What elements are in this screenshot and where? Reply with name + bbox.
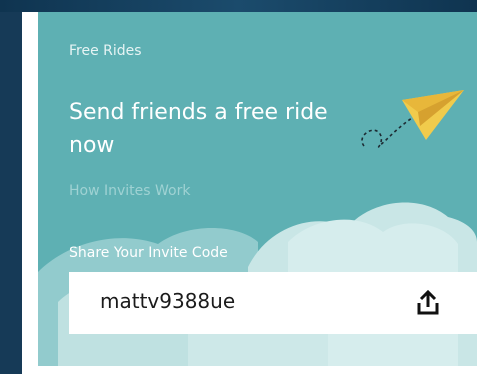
invite-code-box: mattv9388ue [69, 272, 477, 334]
how-invites-work-link[interactable]: How Invites Work [69, 183, 190, 199]
share-code-label: Share Your Invite Code [69, 245, 228, 261]
top-bezel [0, 0, 477, 12]
section-eyebrow: Free Rides [69, 43, 142, 59]
bottom-edge [38, 366, 477, 374]
invite-code-value[interactable]: mattv9388ue [100, 289, 235, 313]
promo-headline: Send friends a free ride now [69, 100, 328, 158]
phone-edge [22, 12, 38, 374]
left-frame [0, 12, 22, 374]
free-rides-promo-card: Free Rides Send friends a free ride now … [38, 12, 477, 374]
paper-plane-icon [361, 90, 464, 148]
share-icon[interactable] [415, 290, 441, 316]
